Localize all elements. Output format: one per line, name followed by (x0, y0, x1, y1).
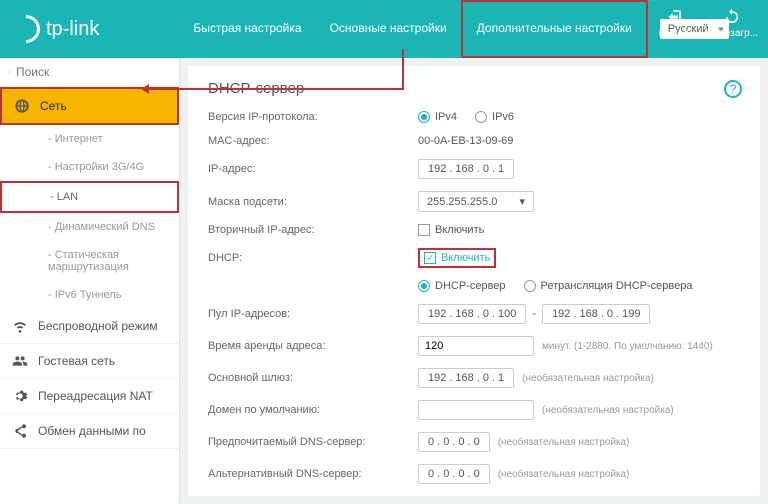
dhcp-enable-checkbox[interactable] (424, 252, 436, 264)
radio-dhcp-relay[interactable]: Ретрансляция DHCP-сервера (524, 280, 693, 292)
tab-basic[interactable]: Основные настройки (316, 0, 461, 58)
mac-value: 00-0A-EB-13-09-69 (418, 135, 513, 147)
tab-quick[interactable]: Быстрая настройка (179, 0, 315, 58)
radio-dhcp-server[interactable]: DHCP-сервер (418, 280, 506, 292)
radio-ipv4[interactable]: IPv4 (418, 111, 457, 123)
users-icon (12, 353, 28, 369)
nav-internet[interactable]: - Интернет (0, 125, 179, 153)
nav-guest[interactable]: Гостевая сеть (0, 344, 179, 379)
nav-network[interactable]: Сеть (0, 87, 179, 125)
gear-icon (12, 388, 28, 404)
nav-3g4g[interactable]: - Настройки 3G/4G (0, 153, 179, 181)
search-icon (8, 64, 10, 80)
share-icon (12, 423, 28, 439)
lease-time-input[interactable] (418, 336, 534, 356)
logout-button[interactable]: Выход (659, 8, 689, 39)
reboot-button[interactable]: Перезагр... (707, 8, 758, 39)
subnet-mask-select[interactable]: 255.255.255.0▾ (418, 191, 534, 212)
secondary-ip-checkbox[interactable] (418, 224, 430, 236)
nav-share[interactable]: Обмен данными по (0, 414, 179, 449)
dns1-input[interactable]: 0.0.0.0 (418, 432, 490, 452)
help-icon[interactable]: ? (724, 80, 742, 98)
nav-lan[interactable]: - LAN (0, 181, 179, 213)
search-box[interactable] (0, 58, 179, 87)
nav-ddns[interactable]: - Динамический DNS (0, 213, 179, 241)
globe-icon (14, 98, 30, 114)
tab-advanced[interactable]: Дополнительные настройки (461, 0, 648, 58)
wifi-icon (12, 318, 28, 334)
nav-static-route[interactable]: - Статическая маршрутизация (0, 241, 179, 281)
chevron-down-icon: ▾ (519, 195, 525, 208)
nav-ipv6-tunnel[interactable]: - IPv6 Туннель (0, 281, 179, 309)
radio-ipv6[interactable]: IPv6 (475, 111, 514, 123)
page-title: DHCP-сервер (208, 80, 740, 97)
search-input[interactable] (16, 65, 171, 79)
brand-logo: tp-link (12, 15, 99, 43)
pool-start-input[interactable]: 192.168.0.100 (418, 304, 526, 324)
pool-end-input[interactable]: 192.168.0.199 (542, 304, 650, 324)
gateway-input[interactable]: 192.168.0.1 (418, 368, 514, 388)
dns2-input[interactable]: 0.0.0.0 (418, 464, 490, 484)
nav-nat[interactable]: Переадресация NAT (0, 379, 179, 414)
nav-wireless[interactable]: Беспроводной режим (0, 309, 179, 344)
ip-address-input[interactable]: 192.168.0.1 (418, 159, 514, 179)
domain-input[interactable] (418, 400, 534, 420)
